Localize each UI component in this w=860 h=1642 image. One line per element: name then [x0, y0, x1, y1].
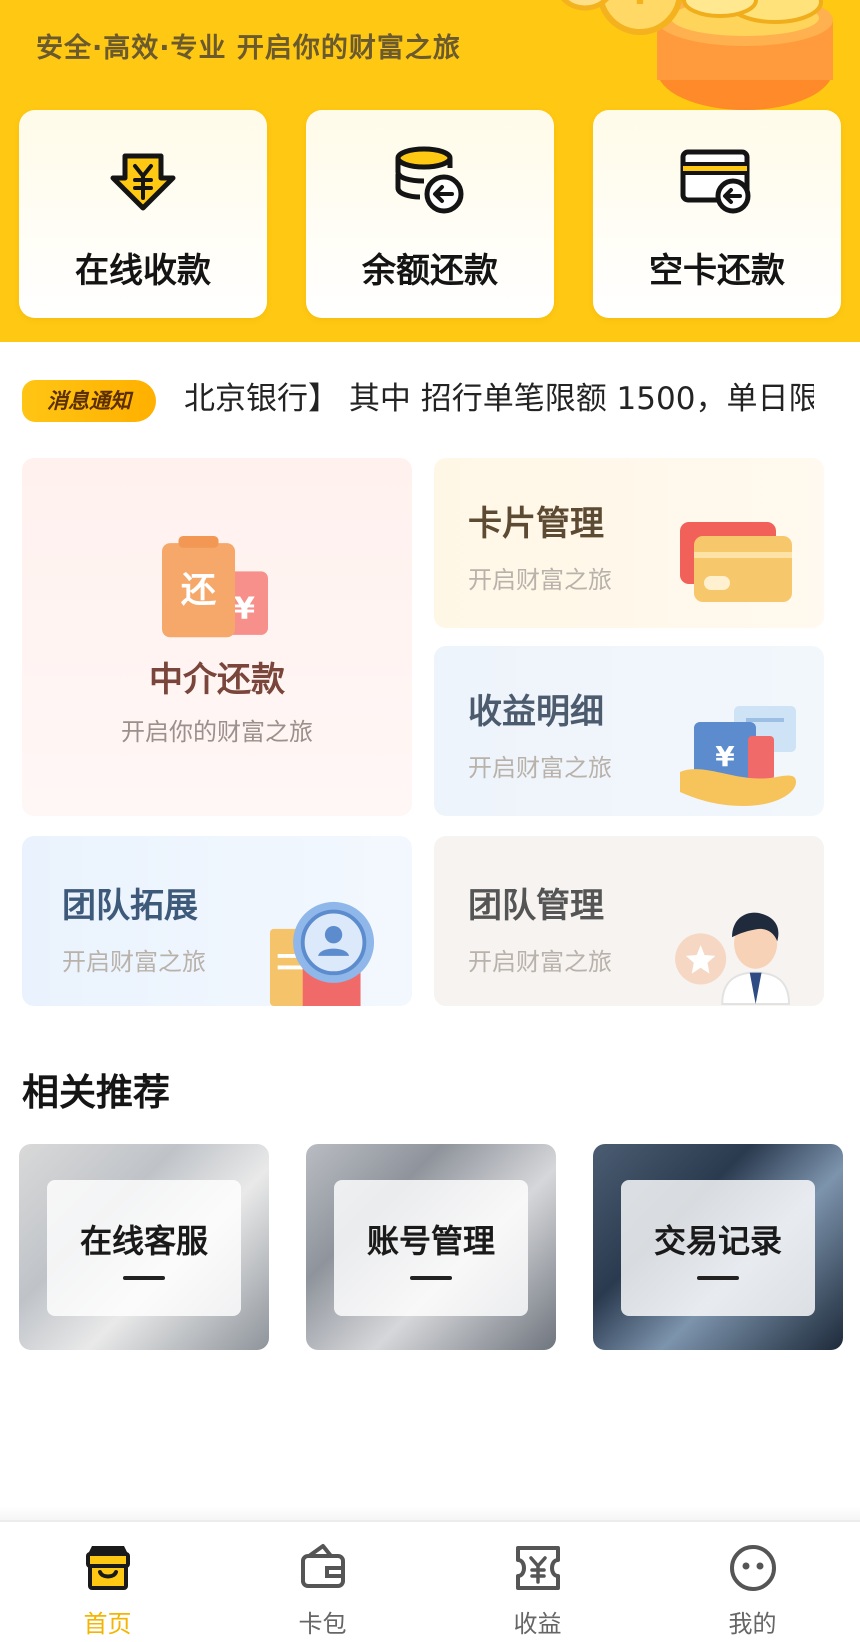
- income-hand-icon: ¥: [680, 706, 796, 806]
- quick-action-label: 空卡还款: [649, 251, 785, 291]
- service-team-expand[interactable]: 团队拓展 开启财富之旅: [22, 836, 412, 1006]
- service-title: 卡片管理: [468, 504, 604, 544]
- quick-action-label: 余额还款: [362, 251, 498, 291]
- recommend-label: 在线客服: [79, 1222, 208, 1260]
- notice-badge: 消息通知: [22, 380, 156, 422]
- tab-home[interactable]: 首页: [0, 1522, 215, 1642]
- service-subtitle: 开启财富之旅: [62, 948, 206, 976]
- service-title: 团队拓展: [62, 886, 198, 926]
- yuan-ticket-icon: [516, 1546, 560, 1590]
- quick-action-label: 在线收款: [75, 251, 211, 291]
- recommend-label: 交易记录: [653, 1222, 782, 1260]
- tab-label: 收益: [513, 1610, 562, 1638]
- recommend-label: 账号管理: [366, 1222, 495, 1260]
- store-icon: [86, 1546, 130, 1590]
- svg-text:¥: ¥: [628, 0, 652, 13]
- tab-mine[interactable]: 我的: [645, 1522, 860, 1642]
- svg-text:¥: ¥: [234, 591, 255, 626]
- tab-card-wallet[interactable]: 卡包: [215, 1522, 430, 1642]
- service-intermediary-repay[interactable]: ¥ 还 中介还款 开启你的财富之旅: [22, 458, 412, 816]
- recommend-transaction-records[interactable]: 交易记录: [593, 1144, 843, 1350]
- recommend-card-overlay: 交易记录: [621, 1180, 815, 1316]
- manager-avatar-icon: [675, 912, 790, 1006]
- service-team-management[interactable]: 团队管理 开启财富之旅: [434, 836, 824, 1006]
- tab-label: 我的: [728, 1610, 777, 1638]
- recommend-underline: [123, 1276, 165, 1280]
- yuan-down-arrow-icon: [110, 153, 176, 211]
- tab-label: 首页: [83, 1610, 132, 1638]
- service-subtitle: 开启财富之旅: [468, 566, 612, 594]
- service-card-management[interactable]: 卡片管理 开启财富之旅: [434, 458, 824, 628]
- coin-pot-illustration: ¥: [561, 0, 833, 110]
- recommend-online-service[interactable]: 在线客服: [19, 1144, 269, 1350]
- recommend-underline: [410, 1276, 452, 1280]
- service-income-detail[interactable]: 收益明细 开启财富之旅 ¥: [434, 646, 824, 816]
- card-return-icon: [680, 149, 751, 214]
- service-title: 中介还款: [149, 660, 285, 700]
- recommend-card-overlay: 账号管理: [334, 1180, 528, 1316]
- quick-action-online-receive[interactable]: 在线收款: [19, 110, 267, 318]
- recommend-underline: [697, 1276, 739, 1280]
- tab-label: 卡包: [298, 1610, 347, 1638]
- recommend-section-title: 相关推荐: [22, 1071, 170, 1114]
- smiley-icon: [730, 1545, 776, 1591]
- svg-text:还: 还: [181, 570, 217, 611]
- coin-stack-return-icon: [395, 146, 464, 214]
- tab-income[interactable]: 收益: [430, 1522, 645, 1642]
- header-slogan: 安全·高效·专业 开启你的财富之旅: [36, 33, 461, 64]
- service-subtitle: 开启财富之旅: [468, 948, 612, 976]
- quick-action-empty-card-repay[interactable]: 空卡还款: [593, 110, 841, 318]
- service-title: 团队管理: [468, 886, 604, 926]
- svg-text:¥: ¥: [715, 740, 735, 773]
- recommend-account-management[interactable]: 账号管理: [306, 1144, 556, 1350]
- repay-clipboard-icon: ¥ 还: [162, 536, 268, 638]
- notice-marquee[interactable]: 北京银行】 其中 招行单笔限额 1500，单日限额 5000: [184, 374, 814, 424]
- header-banner: 安全·高效·专业 开启你的财富之旅 ¥ 在线收款 余额还款: [0, 0, 860, 342]
- service-subtitle: 开启财富之旅: [468, 754, 612, 782]
- team-badge-icon: [269, 901, 375, 1006]
- tabbar-shadow: [0, 1506, 860, 1520]
- wallet-icon: [301, 1544, 345, 1588]
- service-title: 收益明细: [468, 692, 604, 732]
- bank-card-icon: [680, 522, 792, 602]
- quick-action-balance-repay[interactable]: 余额还款: [306, 110, 554, 318]
- bottom-tab-bar: 首页 卡包 收益 我的: [0, 1520, 860, 1642]
- recommend-card-overlay: 在线客服: [47, 1180, 241, 1316]
- service-subtitle: 开启你的财富之旅: [121, 718, 313, 746]
